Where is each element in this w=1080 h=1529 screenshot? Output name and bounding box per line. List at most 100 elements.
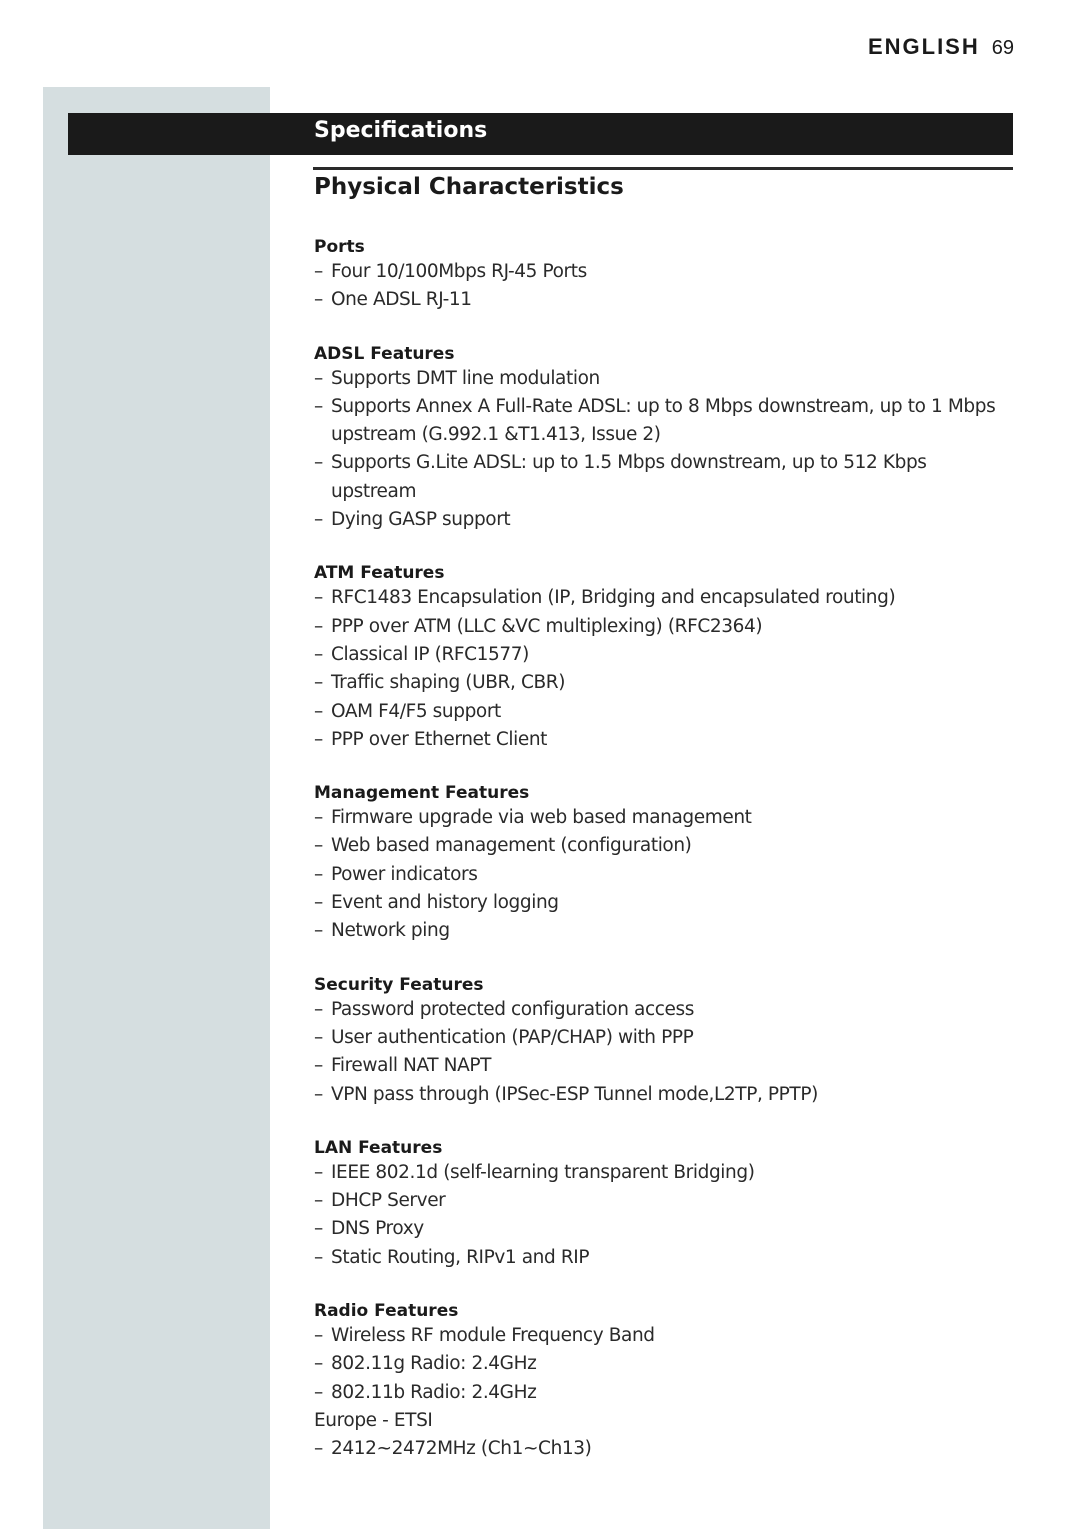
dash-bullet: – xyxy=(314,643,323,665)
dash-bullet: – xyxy=(314,615,323,637)
spec-item-text: Classical IP (RFC1577) xyxy=(331,643,529,665)
spec-item: –802.11b Radio: 2.4GHz xyxy=(314,1379,1014,1407)
spec-item-text: Traffic shaping (UBR, CBR) xyxy=(331,672,566,694)
page-header: ENGLISH 69 xyxy=(868,34,1014,60)
spec-item-text: OAM F4/F5 support xyxy=(331,700,501,722)
spec-section-heading: Security Features xyxy=(314,974,484,995)
spec-item-text: Power indicators xyxy=(331,863,478,885)
dash-bullet: – xyxy=(314,1055,323,1077)
spec-item-text: 802.11g Radio: 2.4GHz xyxy=(331,1353,537,1375)
spec-item: – DHCP Server xyxy=(314,1187,1014,1215)
dash-bullet: – xyxy=(314,920,323,942)
dash-bullet: – xyxy=(314,1218,323,1240)
dash-bullet: – xyxy=(314,672,323,694)
spec-list: – Supports DMT line modulation – Supports A… xyxy=(314,365,1014,535)
spec-item: – Network ping xyxy=(314,917,1014,945)
dash-bullet: – xyxy=(314,863,323,885)
spec-item-text: Europe - ETSI xyxy=(314,1409,433,1431)
page-number: 69 xyxy=(991,37,1014,59)
spec-item-text: Firmware upgrade via web based managemen… xyxy=(331,807,752,829)
divider xyxy=(313,167,1013,170)
spec-item: – PPP over ATM (LLC &VC multiplexing) (RF… xyxy=(314,613,1014,641)
spec-item: – One ADSL RJ-11 xyxy=(314,286,1014,314)
spec-section: LAN Features – IEEE 802.1d (self-learning … xyxy=(314,1137,1014,1272)
spec-item: – Firmware upgrade via web based manageme… xyxy=(314,804,1014,832)
spec-item: – Supports DMT line modulation xyxy=(314,365,1014,393)
spec-item: – User authentication (PAP/CHAP) with PPP xyxy=(314,1024,1014,1052)
spec-item-text: DHCP Server xyxy=(331,1190,446,1212)
title-bar: Specifications xyxy=(68,113,1013,155)
spec-item-text: PPP over Ethernet Client xyxy=(331,728,548,750)
spec-item-text: One ADSL RJ-11 xyxy=(331,289,472,311)
spec-item: – Supports Annex A Full-Rate ADSL: up to … xyxy=(314,393,1014,450)
spec-list: – Firmware upgrade via web based manageme… xyxy=(314,804,1014,945)
spec-section-heading: ADSL Features xyxy=(314,343,455,364)
spec-section: ATM Features – RFC1483 Encapsulation (IP, … xyxy=(314,562,1014,754)
page-title: Specifications xyxy=(314,118,488,143)
spec-item-text: 2412~2472MHz (Ch1~Ch13) xyxy=(331,1438,592,1460)
language-label: ENGLISH xyxy=(867,34,980,59)
spec-item-text: VPN pass through (IPSec-ESP Tunnel mode,… xyxy=(331,1083,818,1105)
spec-item-text: Supports DMT line modulation xyxy=(331,367,600,389)
spec-item: Europe - ETSI xyxy=(314,1407,1014,1435)
spec-item: – Password protected configuration access xyxy=(314,996,1014,1024)
spec-item-text: RFC1483 Encapsulation (IP, Bridging and … xyxy=(331,587,896,609)
spec-section-heading: ATM Features xyxy=(314,563,445,584)
spec-item-text: Password protected configuration access xyxy=(331,998,694,1020)
sidebar-panel xyxy=(43,87,270,1529)
dash-bullet: – xyxy=(314,1161,323,1183)
spec-item: – RFC1483 Encapsulation (IP, Bridging and… xyxy=(314,584,1014,612)
spec-section: ADSL Features – Supports DMT line modulati… xyxy=(314,343,1014,535)
spec-item-text: Static Routing, RIPv1 and RIP xyxy=(331,1246,590,1268)
spec-item-text: DNS Proxy xyxy=(331,1218,424,1240)
dash-bullet: – xyxy=(314,261,323,282)
section-title: Physical Characteristics xyxy=(314,174,624,200)
spec-list: – Password protected configuration access… xyxy=(314,996,1014,1109)
dash-bullet: – xyxy=(314,835,323,857)
spec-item: – Event and history logging xyxy=(314,889,1014,917)
spec-item: –802.11g Radio: 2.4GHz xyxy=(314,1350,1014,1378)
spec-item-text: Dying GASP support xyxy=(331,509,511,531)
spec-item-text: Supports G.Lite ADSL: up to 1.5 Mbps dow… xyxy=(331,452,927,502)
spec-item: – VPN pass through (IPSec-ESP Tunnel mode… xyxy=(314,1081,1014,1109)
dash-bullet: – xyxy=(314,289,323,311)
spec-list: – RFC1483 Encapsulation (IP, Bridging and… xyxy=(314,584,1014,754)
spec-item: – OAM F4/F5 support xyxy=(314,698,1014,726)
spec-item-text: Four 10/100Mbps RJ-45 Ports xyxy=(331,261,587,282)
spec-item-text: Event and history logging xyxy=(331,892,559,914)
spec-section: Security Features – Password protected con… xyxy=(314,974,1014,1109)
spec-item-text: User authentication (PAP/CHAP) with PPP xyxy=(331,1026,694,1048)
spec-item: –2412~2472MHz (Ch1~Ch13) xyxy=(314,1435,1014,1463)
dash-bullet: – xyxy=(314,1381,323,1403)
spec-section-heading: Management Features xyxy=(314,783,530,804)
spec-item: – Static Routing, RIPv1 and RIP xyxy=(314,1244,1014,1272)
spec-section: Radio Features – Wireless RF module Freque… xyxy=(314,1300,1014,1463)
spec-list: – Four 10/100Mbps RJ-45 Ports – One ADSL RJ… xyxy=(314,258,1014,315)
spec-item: – Power indicators xyxy=(314,861,1014,889)
dash-bullet: – xyxy=(314,367,323,389)
spec-item: – Web based management (configuration) xyxy=(314,832,1014,860)
spec-section-heading: LAN Features xyxy=(314,1137,443,1158)
dash-bullet: – xyxy=(314,452,323,474)
spec-item: – Traffic shaping (UBR, CBR) xyxy=(314,669,1014,697)
dash-bullet: – xyxy=(314,509,323,531)
dash-bullet: – xyxy=(314,998,323,1020)
spec-item-text: IEEE 802.1d (self-learning transparent B… xyxy=(331,1161,755,1183)
spec-section: Ports – Four 10/100Mbps RJ-45 Ports – One AD… xyxy=(314,236,1014,315)
spec-item-text: 802.11b Radio: 2.4GHz xyxy=(331,1381,537,1403)
spec-item-text: Firewall NAT NAPT xyxy=(331,1055,492,1077)
spec-item-text: PPP over ATM (LLC &VC multiplexing) (RFC… xyxy=(331,615,763,637)
dash-bullet: – xyxy=(314,1325,323,1347)
dash-bullet: – xyxy=(314,1083,323,1105)
dash-bullet: – xyxy=(314,395,323,417)
spec-item: – Four 10/100Mbps RJ-45 Ports xyxy=(314,258,1014,286)
spec-list: – IEEE 802.1d (self-learning transparent … xyxy=(314,1159,1014,1272)
spec-item: – Classical IP (RFC1577) xyxy=(314,641,1014,669)
spec-item: – Wireless RF module Frequency Band xyxy=(314,1322,1014,1350)
spec-item: – Supports G.Lite ADSL: up to 1.5 Mbps do… xyxy=(314,449,1014,506)
dash-bullet: – xyxy=(314,1353,323,1375)
dash-bullet: – xyxy=(314,587,323,609)
spec-item: – Firewall NAT NAPT xyxy=(314,1052,1014,1080)
spec-item: – Dying GASP support xyxy=(314,506,1014,534)
dash-bullet: – xyxy=(314,1438,323,1460)
